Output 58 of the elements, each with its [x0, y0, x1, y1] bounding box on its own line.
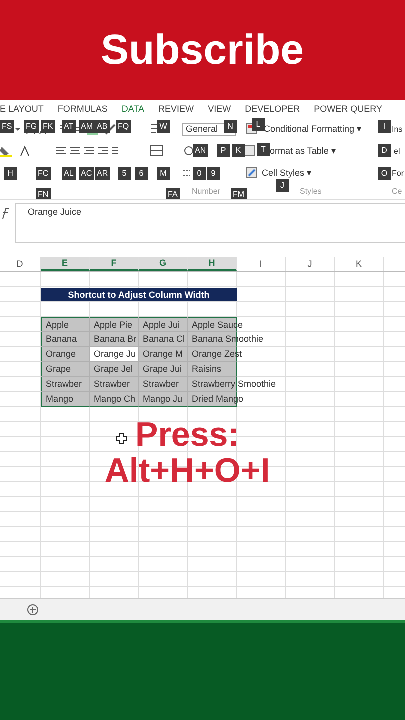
- keytip-tooltip: L: [252, 118, 265, 131]
- keytip-tooltip: H: [4, 167, 17, 180]
- table-cell: Mango: [46, 394, 74, 404]
- keytip-tooltip: J: [276, 179, 289, 192]
- banner-title: Subscribe: [100, 26, 304, 74]
- keytip-tooltip: FC: [36, 167, 51, 180]
- keytip-tooltip: FS: [0, 120, 14, 133]
- keytip-tooltip: P: [217, 144, 230, 157]
- keytip-tooltip: FG: [24, 120, 40, 133]
- group-label: Ce: [392, 186, 402, 196]
- keytip-tooltip: 0: [193, 167, 206, 180]
- keytip-tooltip: 5: [118, 167, 131, 180]
- keytip-tooltip: K: [232, 144, 245, 157]
- table-cell: Apple: [46, 320, 70, 330]
- table-cell: Grape Jel: [94, 364, 134, 374]
- keytip-tooltip: 9: [207, 167, 220, 180]
- group-label: Number: [192, 186, 220, 196]
- keytip-tooltip: FN: [36, 188, 51, 199]
- table-cell: Orange Ju: [94, 349, 136, 359]
- table-cell: Strawber: [143, 379, 180, 389]
- table-cell: Raisins: [192, 364, 222, 374]
- keytip-tooltip: O: [378, 167, 391, 180]
- keytip-tooltip: AN: [193, 144, 208, 157]
- keytip-tooltip: I: [378, 120, 391, 133]
- table-cell: Strawber: [94, 379, 130, 389]
- keytip-tooltip: M: [157, 167, 170, 180]
- shortcut-text: Press:: [136, 417, 240, 453]
- shortcut-text: Alt+H+O+I: [104, 453, 270, 489]
- table-cell: Mango Ch: [94, 394, 136, 404]
- table-cell: Grape: [46, 364, 72, 374]
- table-cell: Orange: [46, 349, 76, 359]
- table-cell: Banana: [46, 334, 78, 344]
- keytip-tooltip: FM: [231, 188, 247, 199]
- keytip-tooltip: AL: [62, 167, 76, 180]
- table-cell: Mango Ju: [143, 394, 183, 404]
- table-cell: Orange M: [143, 349, 184, 359]
- keytip-tooltip: N: [224, 120, 237, 133]
- table-cell: Apple Jui: [143, 320, 180, 330]
- keytip-tooltip: D: [378, 144, 391, 157]
- keytip-tooltip: FK: [41, 120, 56, 133]
- title-cell: Shortcut to Adjust Column Width: [41, 288, 237, 301]
- keytip-tooltip: 6: [135, 167, 148, 180]
- table-cell: Strawberry Smoothie: [192, 379, 276, 389]
- keytip-tooltip: T: [257, 143, 270, 156]
- table-cell: Strawber: [46, 379, 82, 389]
- table-cell: Grape Jui: [143, 364, 182, 374]
- table-cell: Apple Pie: [94, 320, 133, 330]
- keytip-tooltip: AB: [95, 120, 110, 133]
- keytip-tooltip: FA: [166, 188, 180, 199]
- table-cell: Banana Br: [94, 334, 137, 344]
- keytip-tooltip: AT: [62, 120, 76, 133]
- keytip-tooltip: AC: [79, 167, 94, 180]
- table-cell: Banana Cl: [143, 334, 186, 344]
- group-label: Styles: [300, 186, 322, 196]
- keytip-tooltip: W: [157, 120, 170, 133]
- keytip-tooltip: AM: [79, 120, 95, 133]
- keytip-tooltip: FQ: [116, 120, 132, 133]
- keytip-tooltip: AR: [95, 167, 110, 180]
